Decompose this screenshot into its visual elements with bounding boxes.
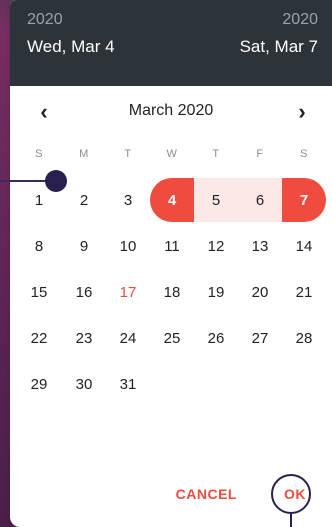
day-cell[interactable]: 20 <box>238 270 282 314</box>
chevron-right-icon[interactable]: › <box>290 99 314 124</box>
day-cell[interactable]: 17 <box>106 270 150 314</box>
day-cell[interactable]: 22 <box>17 316 61 360</box>
day-cell[interactable]: 31 <box>106 362 150 406</box>
end-year[interactable]: 2020 <box>282 11 318 29</box>
weekday-label: F <box>256 148 264 160</box>
day-cell[interactable]: 13 <box>238 224 282 268</box>
day-cell[interactable]: 21 <box>282 270 326 314</box>
day-cell[interactable]: 14 <box>282 224 326 268</box>
weekday-label: W <box>166 148 178 160</box>
day-cell[interactable]: 10 <box>106 224 150 268</box>
picker-header: 2020 2020 Wed, Mar 4 Sat, Mar 7 <box>10 0 332 86</box>
day-cell[interactable]: 26 <box>194 316 238 360</box>
weekday-label: S <box>35 148 43 160</box>
date-range-picker-dialog: 2020 2020 Wed, Mar 4 Sat, Mar 7 ‹ March … <box>10 0 332 527</box>
day-cell[interactable]: 12 <box>194 224 238 268</box>
month-title: March 2020 <box>128 102 214 119</box>
day-cell[interactable]: 25 <box>150 316 194 360</box>
cancel-button[interactable]: CANCEL <box>176 486 237 502</box>
day-cell[interactable]: 27 <box>238 316 282 360</box>
day-cell[interactable]: 30 <box>62 362 106 406</box>
day-cell[interactable]: 9 <box>62 224 106 268</box>
weekday-label: S <box>300 148 308 160</box>
weekday-header: SMTWTFS <box>10 148 332 166</box>
day-cell[interactable]: 11 <box>150 224 194 268</box>
highlight-ring <box>271 474 311 514</box>
end-date[interactable]: Sat, Mar 7 <box>240 37 318 57</box>
day-cell[interactable]: 8 <box>17 224 61 268</box>
day-cell[interactable]: 5 <box>194 178 238 222</box>
weekday-label: T <box>124 148 132 160</box>
day-cell[interactable]: 7 <box>282 178 326 222</box>
day-cell[interactable]: 15 <box>17 270 61 314</box>
start-year[interactable]: 2020 <box>27 11 63 29</box>
day-cell[interactable]: 23 <box>62 316 106 360</box>
callout-stem <box>290 513 292 527</box>
day-cell[interactable]: 2 <box>62 178 106 222</box>
day-cell[interactable]: 28 <box>282 316 326 360</box>
day-cell[interactable]: 3 <box>106 178 150 222</box>
day-cell[interactable]: 16 <box>62 270 106 314</box>
start-date[interactable]: Wed, Mar 4 <box>27 37 115 57</box>
callout-dot <box>45 170 67 192</box>
day-cell[interactable]: 18 <box>150 270 194 314</box>
month-navigation: ‹ March 2020 › <box>10 86 332 138</box>
weekday-label: M <box>79 148 89 160</box>
callout-line <box>0 180 46 182</box>
day-cell[interactable]: 24 <box>106 316 150 360</box>
day-cell[interactable]: 19 <box>194 270 238 314</box>
day-cell[interactable]: 6 <box>238 178 282 222</box>
day-cell[interactable]: 29 <box>17 362 61 406</box>
day-cell[interactable]: 4 <box>150 178 194 222</box>
weekday-label: T <box>212 148 220 160</box>
